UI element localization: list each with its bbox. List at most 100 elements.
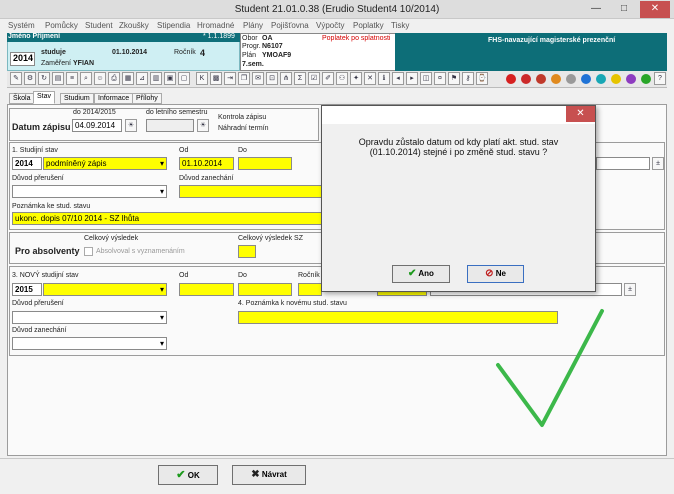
menu-zkousky[interactable]: Zkoušky xyxy=(119,21,149,30)
menu-pomucky[interactable]: Pomůcky xyxy=(45,21,78,30)
blue-ball-icon[interactable] xyxy=(581,74,591,84)
delete-icon[interactable]: ✕ xyxy=(364,72,376,85)
history-icon[interactable]: ⌚ xyxy=(476,72,488,85)
tab-prilohy[interactable]: Přílohy xyxy=(132,93,162,104)
novy-year-field[interactable]: 2015 xyxy=(12,283,42,296)
table-icon[interactable]: ▦ xyxy=(122,72,134,85)
menu-vypocty[interactable]: Výpočty xyxy=(316,21,344,30)
expand-icon[interactable]: ± xyxy=(652,157,664,170)
info-icon[interactable]: ℹ xyxy=(378,72,390,85)
ok-button[interactable]: ✔ OK xyxy=(158,465,218,485)
teal-ball-icon[interactable] xyxy=(596,74,606,84)
duvod-preruseni-select[interactable] xyxy=(12,185,167,198)
arrow-left-icon[interactable]: ◂ xyxy=(392,72,404,85)
people-icon[interactable]: ⚇ xyxy=(336,72,348,85)
menu-stipendia[interactable]: Stipendia xyxy=(157,21,190,30)
zapis-year-label: do 2014/2015 xyxy=(73,109,116,116)
yellow-ball-icon[interactable] xyxy=(611,74,621,84)
note-icon[interactable]: ▢ xyxy=(178,72,190,85)
menu-plany[interactable]: Plány xyxy=(243,21,263,30)
orange-ball-icon[interactable] xyxy=(551,74,561,84)
dialog-close-button[interactable]: ✕ xyxy=(566,106,595,122)
stav-select[interactable]: podmíněný zápis xyxy=(43,157,167,170)
duvod-zanechani-field[interactable] xyxy=(179,185,322,198)
ne-button[interactable]: ⊘ Ne xyxy=(467,265,524,283)
calendar-icon[interactable]: ▣ xyxy=(164,72,176,85)
novy-expand-icon[interactable]: ± xyxy=(624,283,636,296)
purple-ball-icon[interactable] xyxy=(626,74,636,84)
novy-stav-select[interactable] xyxy=(43,283,167,296)
tab-stav[interactable]: Stav xyxy=(33,91,56,104)
settings-icon[interactable]: ⚙ xyxy=(24,72,36,85)
letni-semestr-field[interactable] xyxy=(146,119,194,132)
mail-icon[interactable]: ✉ xyxy=(252,72,264,85)
flag-icon[interactable]: ⚑ xyxy=(448,72,460,85)
search-icon[interactable]: ⌕ xyxy=(80,72,92,85)
help-icon[interactable]: ? xyxy=(654,72,666,85)
star-icon[interactable]: ✦ xyxy=(350,72,362,85)
zamereni-value: YFIAN xyxy=(73,60,94,67)
menu-student[interactable]: Student xyxy=(85,21,113,30)
red-ball-2-icon[interactable] xyxy=(536,74,546,84)
filter-icon[interactable]: ⊿ xyxy=(136,72,148,85)
green-ball-icon[interactable] xyxy=(641,74,651,84)
grey-ball-icon[interactable] xyxy=(566,74,576,84)
sum-icon[interactable]: Σ xyxy=(294,72,306,85)
plan-label: Plán xyxy=(242,52,257,59)
dark-red-ball-icon[interactable] xyxy=(521,74,531,84)
copy-icon[interactable]: ❐ xyxy=(238,72,250,85)
money-icon[interactable]: ¤ xyxy=(434,72,446,85)
navrat-x-icon: ✖ xyxy=(251,469,260,480)
calendar-picker-icon[interactable]: ☀ xyxy=(125,119,137,132)
list-icon[interactable]: ≡ xyxy=(66,72,78,85)
tab-skola[interactable]: Škola xyxy=(9,93,35,104)
menu-system[interactable]: Systém xyxy=(8,21,35,30)
minimize-button[interactable]: — xyxy=(583,1,609,18)
novy-od-field[interactable] xyxy=(179,283,234,296)
tree-icon[interactable]: ⋔ xyxy=(280,72,292,85)
arrow-right-icon[interactable]: ▸ xyxy=(406,72,418,85)
menu-pojistovna[interactable]: Pojišťovna xyxy=(271,21,309,30)
check-list-icon[interactable]: ☑ xyxy=(308,72,320,85)
absolvoval-checkbox[interactable] xyxy=(84,247,93,256)
datum-zapisu-field[interactable]: 04.09.2014 xyxy=(72,119,122,132)
navrat-button[interactable]: ✖ Návrat xyxy=(232,465,306,485)
progr-label: Progr. xyxy=(242,43,261,50)
celkovy-sz-field[interactable] xyxy=(238,245,256,258)
novy-duvod-preruseni-label: Důvod přerušení xyxy=(12,300,64,307)
tab-studium[interactable]: Studium xyxy=(60,93,94,104)
red-ball-icon[interactable] xyxy=(506,74,516,84)
window-icon[interactable]: ◫ xyxy=(420,72,432,85)
key-icon[interactable]: ⚷ xyxy=(462,72,474,85)
novy-duvod-preruseni-select[interactable] xyxy=(12,311,167,324)
close-window-button[interactable]: ✕ xyxy=(640,1,670,18)
menu-tisky[interactable]: Tisky xyxy=(391,21,409,30)
print-icon[interactable]: ⎙ xyxy=(108,72,120,85)
do-field[interactable] xyxy=(238,157,292,170)
lock-icon[interactable]: ⊡ xyxy=(266,72,278,85)
novy-do-field[interactable] xyxy=(238,283,292,296)
stav-year-field[interactable]: 2014 xyxy=(12,157,42,170)
calendar-picker-2-icon[interactable]: ☀ xyxy=(197,119,209,132)
document-icon[interactable]: ▤ xyxy=(52,72,64,85)
export-icon[interactable]: ⇥ xyxy=(224,72,236,85)
ano-button[interactable]: ✔ Ano xyxy=(392,265,450,283)
menu-poplatky[interactable]: Poplatky xyxy=(353,21,384,30)
od-field[interactable]: 01.10.2014 xyxy=(179,157,234,170)
tab-informace[interactable]: Informace xyxy=(94,93,134,104)
edit-icon[interactable]: ✎ xyxy=(10,72,22,85)
grid-icon[interactable]: ▩ xyxy=(210,72,222,85)
refresh-icon[interactable]: ↻ xyxy=(38,72,50,85)
dialog-message: Opravdu zůstalo datum od kdy platí akt. … xyxy=(322,137,595,157)
menu-hromadne[interactable]: Hromadné xyxy=(197,21,234,30)
stav-extra-field[interactable] xyxy=(596,157,650,170)
pencil-icon[interactable]: ✐ xyxy=(322,72,334,85)
novy-rocnik-field[interactable] xyxy=(298,283,322,296)
poznamka-field[interactable]: ukonc. dopis 07/10 2014 - SZ lhůta xyxy=(12,212,322,225)
user-icon[interactable]: ☺ xyxy=(94,72,106,85)
back-k-icon[interactable]: K xyxy=(196,72,208,85)
novy-duvod-zanechani-select[interactable] xyxy=(12,337,167,350)
od-label: Od xyxy=(179,147,189,154)
maximize-button[interactable]: □ xyxy=(612,1,636,18)
chart-icon[interactable]: ▥ xyxy=(150,72,162,85)
